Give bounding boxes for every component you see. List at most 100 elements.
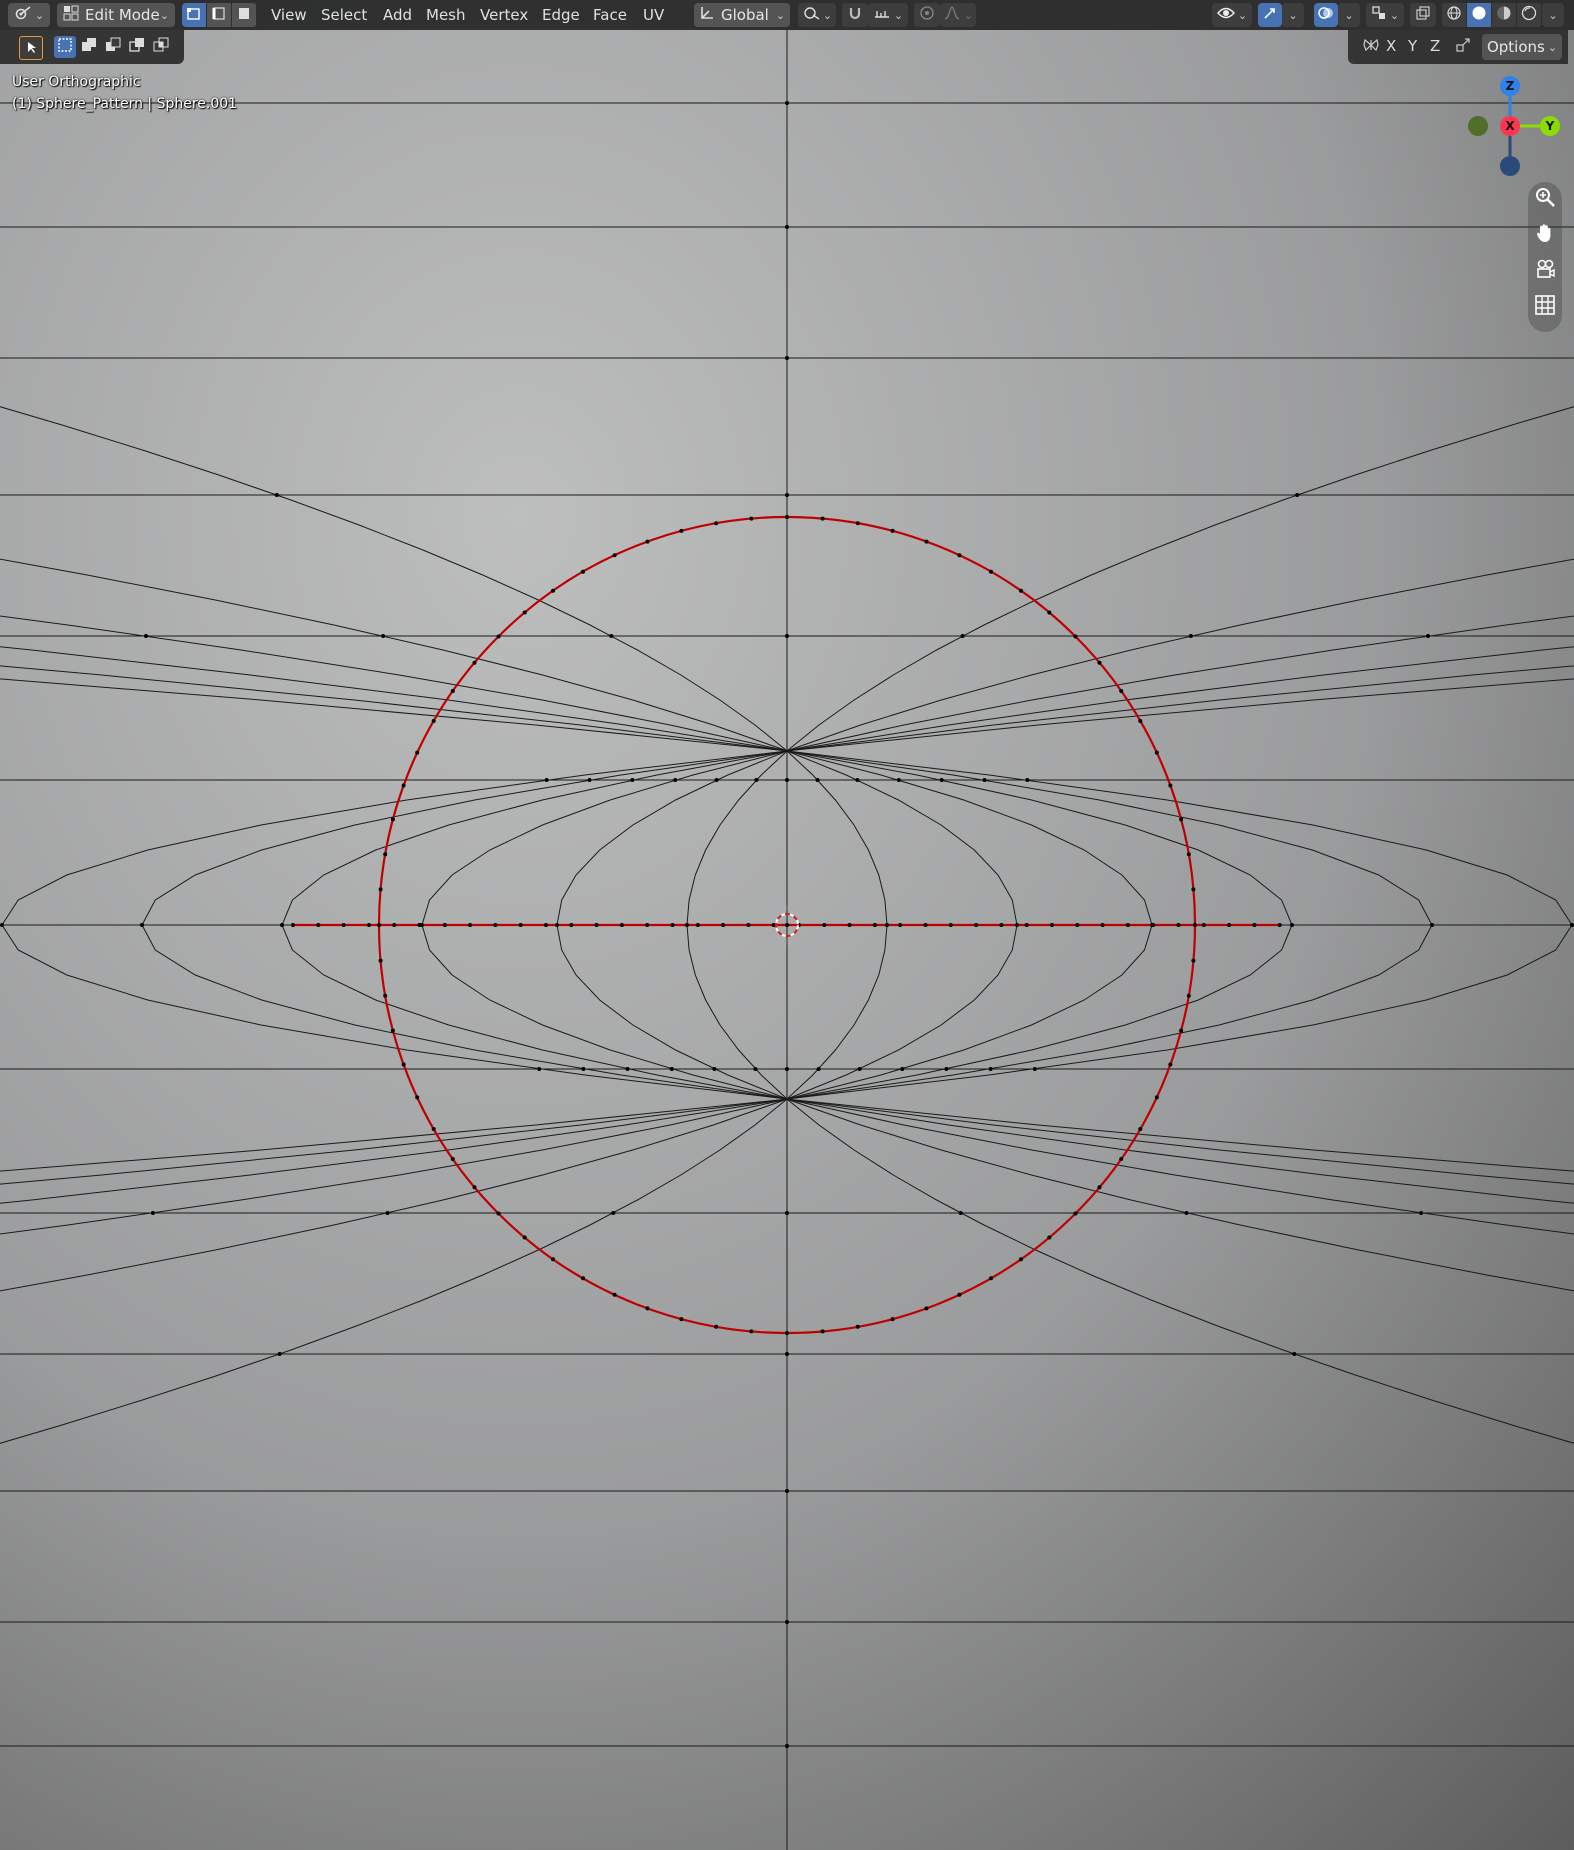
proportional-falloff-select[interactable]: ⌄ [940,3,976,27]
loop-vertex [1179,1028,1184,1033]
equator-vertex [316,923,321,927]
loop-vertex [1191,958,1196,963]
rendered-shading-button[interactable] [1517,3,1541,27]
equator-vertex [544,923,548,927]
vertex [555,923,559,927]
gizmo-z-ball[interactable]: Z [1500,76,1520,96]
mirror-x-toggle[interactable]: X [1386,37,1396,55]
xray-toggle[interactable] [1410,3,1436,27]
shading-dropdown[interactable]: ⌄ [1542,3,1564,27]
loop-vertex [1138,719,1143,723]
mirror-z-toggle[interactable]: Z [1430,37,1440,55]
editor-type-button[interactable]: ⌄ [8,3,50,27]
grid-icon [1534,294,1556,320]
loop-vertex [1191,887,1196,892]
menu-add[interactable]: Add [378,4,417,26]
loop-vertex [645,1306,650,1311]
mesh-canvas[interactable] [0,0,1574,1850]
select-mode-invert-button[interactable] [126,36,148,58]
gizmo-y-ball[interactable]: Y [1540,116,1560,136]
menu-view[interactable]: View [266,4,312,26]
edit-mode-icon [63,5,79,25]
gizmo-dropdown[interactable]: ⌄ [1282,3,1304,27]
transform-orientation-select[interactable]: Global ⌄ [694,3,790,27]
mode-select[interactable]: Edit Mode ⌄ [57,3,175,27]
pivot-point-select[interactable]: ⌄ [798,3,836,27]
select-mode-intersect-button[interactable] [150,36,172,58]
options-dropdown[interactable]: Options ⌄ [1482,34,1562,60]
equator-vertex [872,923,877,927]
menu-vertex[interactable]: Vertex [475,4,533,26]
mirror-y-toggle[interactable]: Y [1408,37,1417,55]
loop-vertex [551,1257,555,1262]
vertex [611,1211,616,1215]
edge-select-button[interactable] [207,3,231,27]
vertex [896,778,901,782]
select-intersect-icon [153,37,169,57]
vertex-select-button[interactable] [182,3,206,27]
vertex [673,778,678,782]
gizmo-x-ball[interactable]: X [1500,116,1520,136]
select-mode-extend-button[interactable] [78,36,100,58]
selectability-visibility-select[interactable]: ⌄ [1212,3,1252,27]
select-tool-button[interactable] [19,36,43,60]
loop-vertex [581,1276,585,1281]
zoom-button[interactable] [1530,184,1560,214]
3d-viewport[interactable] [0,0,1574,1850]
snap-toggle[interactable] [842,3,868,27]
navigation-gizmo[interactable]: Z Y X [1452,72,1572,182]
menu-mesh[interactable]: Mesh [421,4,471,26]
vertex [785,1067,789,1071]
overlays-toggle[interactable] [1314,3,1338,27]
loop-vertex [714,521,719,526]
loop-vertex [1047,610,1052,615]
select-mode-new-button[interactable] [54,36,76,58]
camera-view-button[interactable] [1530,256,1560,286]
equator-vertex [1050,923,1054,927]
loop-vertex [989,1276,993,1281]
vertex [785,634,789,638]
equator-vertex [1125,923,1130,927]
loop-vertex [496,634,501,639]
loop-vertex [890,528,895,533]
mesh-edit-overlays-select[interactable]: ⌄ [1366,3,1404,27]
topology-mirror-button[interactable] [1452,36,1474,58]
wireframe-shading-button[interactable] [1442,3,1466,27]
orientation-label: Global [721,6,769,24]
equator-vertex [974,923,979,927]
menu-face[interactable]: Face [588,4,632,26]
loop-vertex [431,719,436,723]
pan-button[interactable] [1530,220,1560,250]
select-mode-subtract-button[interactable] [102,36,124,58]
proportional-editing-toggle[interactable] [914,3,940,27]
loop-vertex [1193,923,1197,927]
loop-vertex [378,887,383,892]
vertex [982,778,987,782]
perspective-toggle-button[interactable] [1530,292,1560,322]
vertex [855,778,860,782]
vertex [1015,923,1019,927]
snap-target-select[interactable]: ⌄ [868,3,908,27]
equator-vertex [417,923,422,927]
loop-vertex [1154,1095,1159,1100]
mirror-options-button[interactable] [1360,36,1382,58]
hand-icon [1534,222,1556,248]
loop-vertex [390,1028,395,1033]
menu-edge[interactable]: Edge [537,4,585,26]
loop-vertex [450,689,455,693]
overlays-dropdown[interactable]: ⌄ [1338,3,1360,27]
vertex [958,1211,963,1215]
vertex [280,923,284,927]
solid-shading-button[interactable] [1467,3,1491,27]
gizmo-neg-y-ball[interactable] [1468,116,1488,136]
loop-vertex [551,588,555,593]
gizmo-neg-z-ball[interactable] [1500,156,1520,176]
menu-uv[interactable]: UV [638,4,669,26]
gizmo-toggle[interactable] [1258,3,1282,27]
menu-select[interactable]: Select [316,4,372,26]
loop-vertex [1154,750,1159,755]
vertex [1290,923,1294,927]
loop-vertex [924,1306,929,1311]
material-preview-button[interactable] [1492,3,1516,27]
face-select-button[interactable] [232,3,256,27]
